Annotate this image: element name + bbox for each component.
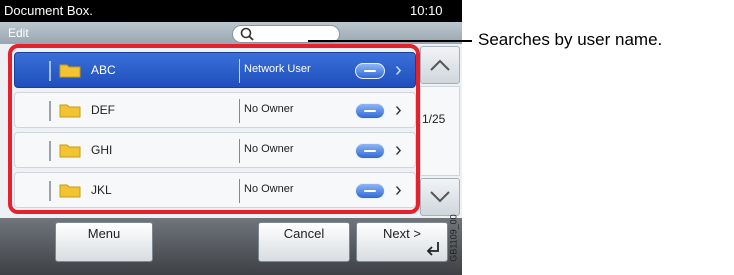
chevron-up-icon (430, 59, 450, 71)
callout-line (308, 40, 472, 42)
screen-title: Document Box. (4, 3, 93, 18)
enter-icon (426, 242, 439, 256)
folder-icon (59, 104, 81, 118)
divider (239, 179, 240, 203)
list-item[interactable]: GHI No Owner › (14, 132, 416, 168)
divider (49, 61, 51, 81)
scroll-down-button[interactable] (420, 178, 460, 216)
divider (49, 141, 51, 161)
divider (239, 59, 240, 83)
bottom-bar: Menu Cancel Next > (0, 218, 462, 275)
box-owner: Network User (244, 63, 311, 75)
divider (239, 99, 240, 123)
scrollbar (420, 46, 460, 216)
title-bar: Document Box. 10:10 (0, 0, 462, 22)
figure-code-text: GB1109_00 (448, 214, 459, 262)
box-owner: No Owner (244, 143, 294, 155)
divider (49, 101, 51, 121)
menu-button[interactable]: Menu (55, 222, 153, 262)
box-owner: No Owner (244, 103, 294, 115)
box-name: GHI (91, 143, 113, 157)
box-name: DEF (91, 103, 115, 117)
box-name: JKL (91, 183, 112, 197)
folder-icon (59, 64, 81, 78)
search-icon[interactable] (238, 25, 256, 43)
divider (239, 139, 240, 163)
scroll-up-button[interactable] (420, 46, 460, 84)
chevron-right-icon[interactable]: › (395, 140, 402, 160)
list-item[interactable]: ABC Network User › (14, 52, 416, 88)
folder-icon (59, 144, 81, 158)
chevron-down-icon (430, 191, 450, 203)
chevron-right-icon[interactable]: › (395, 100, 402, 120)
clock: 10:10 (410, 3, 443, 18)
edit-label: Edit (8, 26, 29, 40)
divider (49, 181, 51, 201)
status-area (338, 0, 462, 22)
detail-button[interactable] (355, 63, 385, 79)
box-name: ABC (91, 63, 116, 77)
page-indicator: 1/25 (422, 112, 446, 126)
detail-button[interactable] (355, 143, 385, 159)
list-item[interactable]: DEF No Owner › (14, 92, 416, 128)
scroll-track (420, 86, 460, 176)
document-box-list: ABC Network User › DEF No Owner › GHI No… (0, 44, 462, 218)
chevron-right-icon[interactable]: › (395, 60, 402, 80)
title-area: Document Box. (2, 0, 332, 22)
box-owner: No Owner (244, 183, 294, 195)
detail-button[interactable] (355, 103, 385, 119)
chevron-right-icon[interactable]: › (395, 180, 402, 200)
detail-button[interactable] (355, 183, 385, 199)
cancel-button[interactable]: Cancel (258, 222, 350, 262)
figure-code: GB1109_00 (448, 214, 464, 275)
folder-icon (59, 184, 81, 198)
list-item[interactable]: JKL No Owner › (14, 172, 416, 208)
callout-text: Searches by user name. (478, 30, 663, 49)
